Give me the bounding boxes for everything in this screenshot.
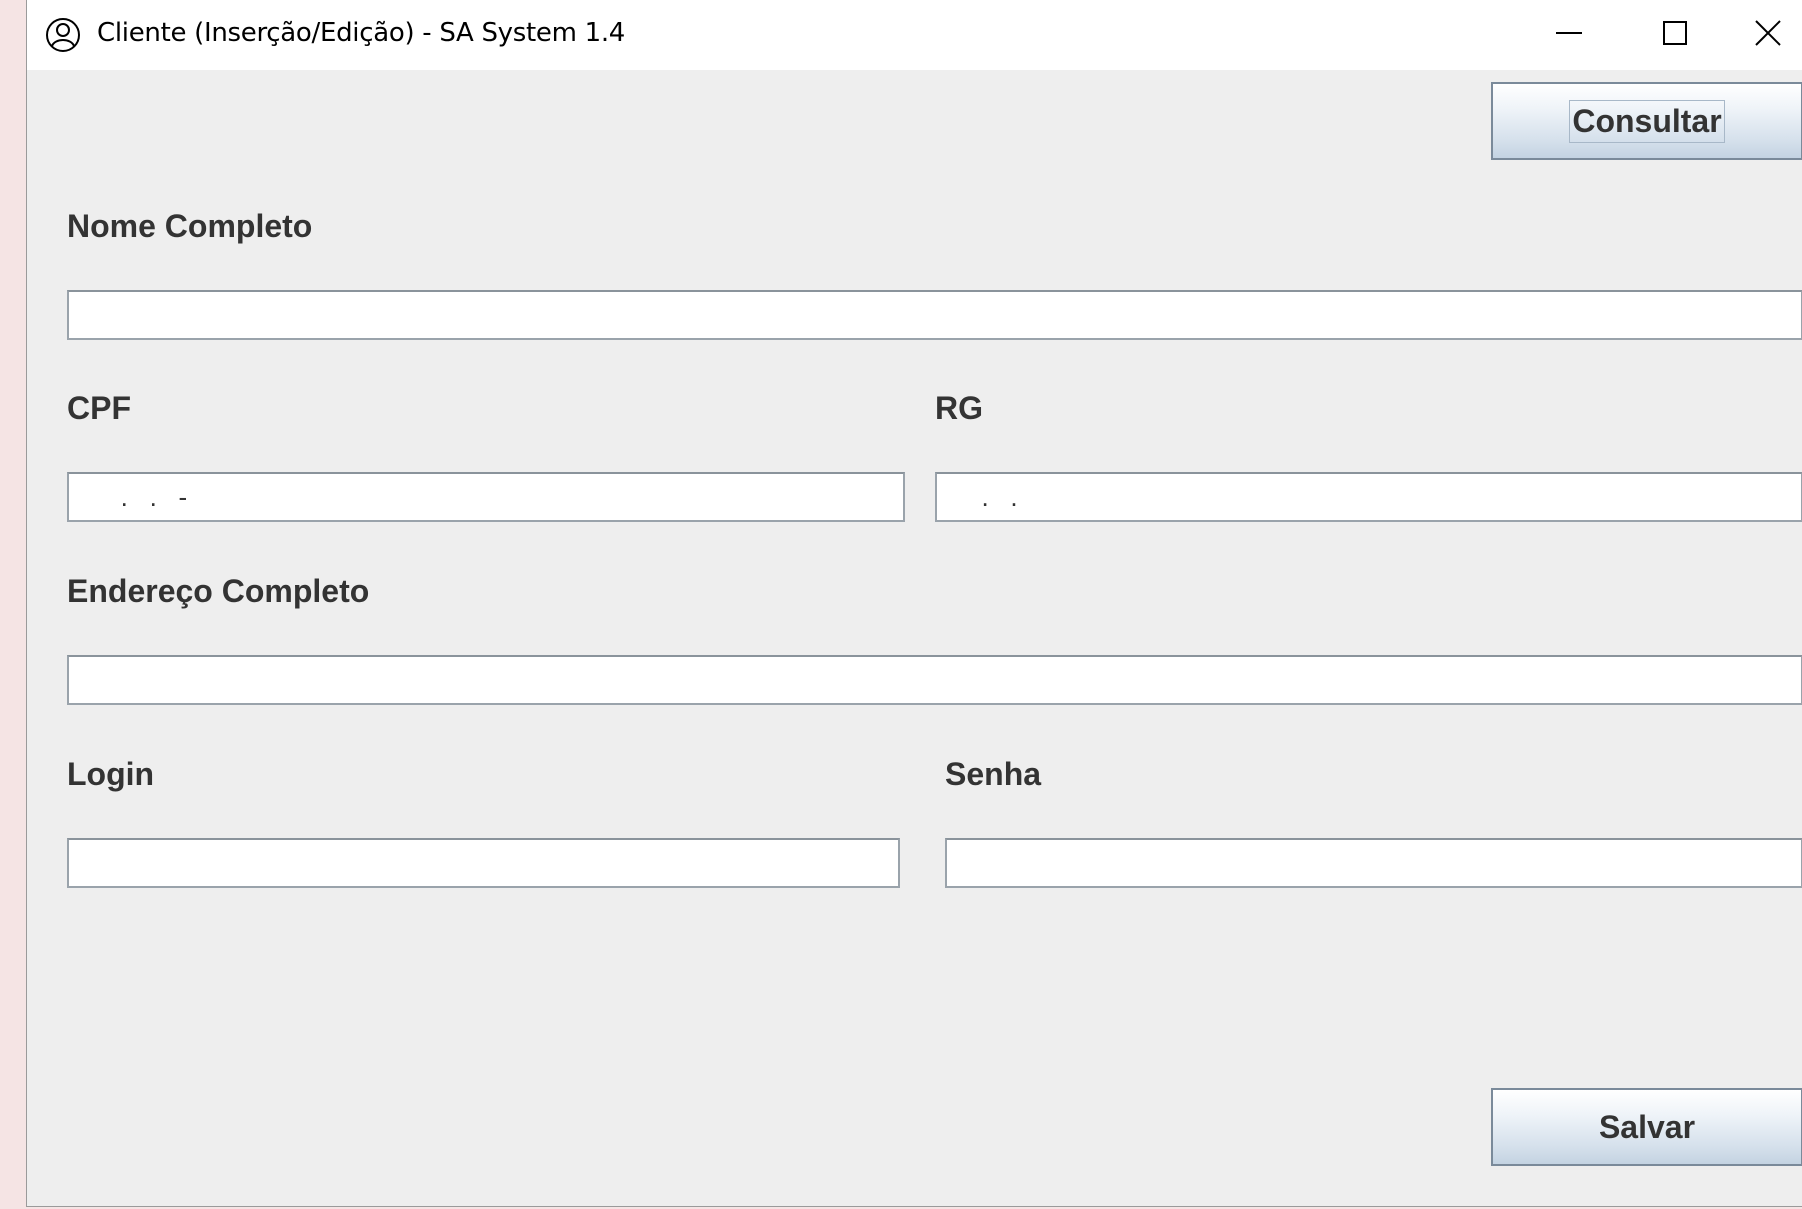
rg-input[interactable] [935, 472, 1802, 522]
window-title: Cliente (Inserção/Edição) - SA System 1.… [97, 18, 626, 48]
endereco-completo-input[interactable] [67, 655, 1802, 705]
rg-label: RG [935, 390, 983, 426]
user-circle-icon [45, 17, 81, 53]
senha-input[interactable] [945, 838, 1802, 888]
endereco-completo-label: Endereço Completo [67, 573, 370, 609]
cpf-input[interactable] [67, 472, 905, 522]
minimize-button[interactable] [1521, 0, 1617, 66]
salvar-button[interactable]: Salvar [1491, 1088, 1802, 1166]
consultar-button[interactable]: Consultar [1491, 82, 1802, 160]
nome-completo-label: Nome Completo [67, 208, 313, 244]
nome-completo-input[interactable] [67, 290, 1802, 340]
cpf-label: CPF [67, 390, 131, 426]
maximize-button[interactable] [1627, 0, 1723, 66]
senha-label: Senha [945, 756, 1042, 792]
title-bar[interactable]: Cliente (Inserção/Edição) - SA System 1.… [27, 0, 1802, 70]
close-button[interactable] [1733, 0, 1802, 66]
close-icon [1755, 20, 1781, 46]
maximize-icon [1663, 21, 1687, 45]
client-form-window: Cliente (Inserção/Edição) - SA System 1.… [26, 0, 1802, 1207]
login-input[interactable] [67, 838, 900, 888]
minimize-icon [1556, 31, 1582, 35]
salvar-button-label: Salvar [1598, 1108, 1696, 1145]
consultar-button-label: Consultar [1569, 99, 1725, 143]
login-label: Login [67, 756, 155, 792]
